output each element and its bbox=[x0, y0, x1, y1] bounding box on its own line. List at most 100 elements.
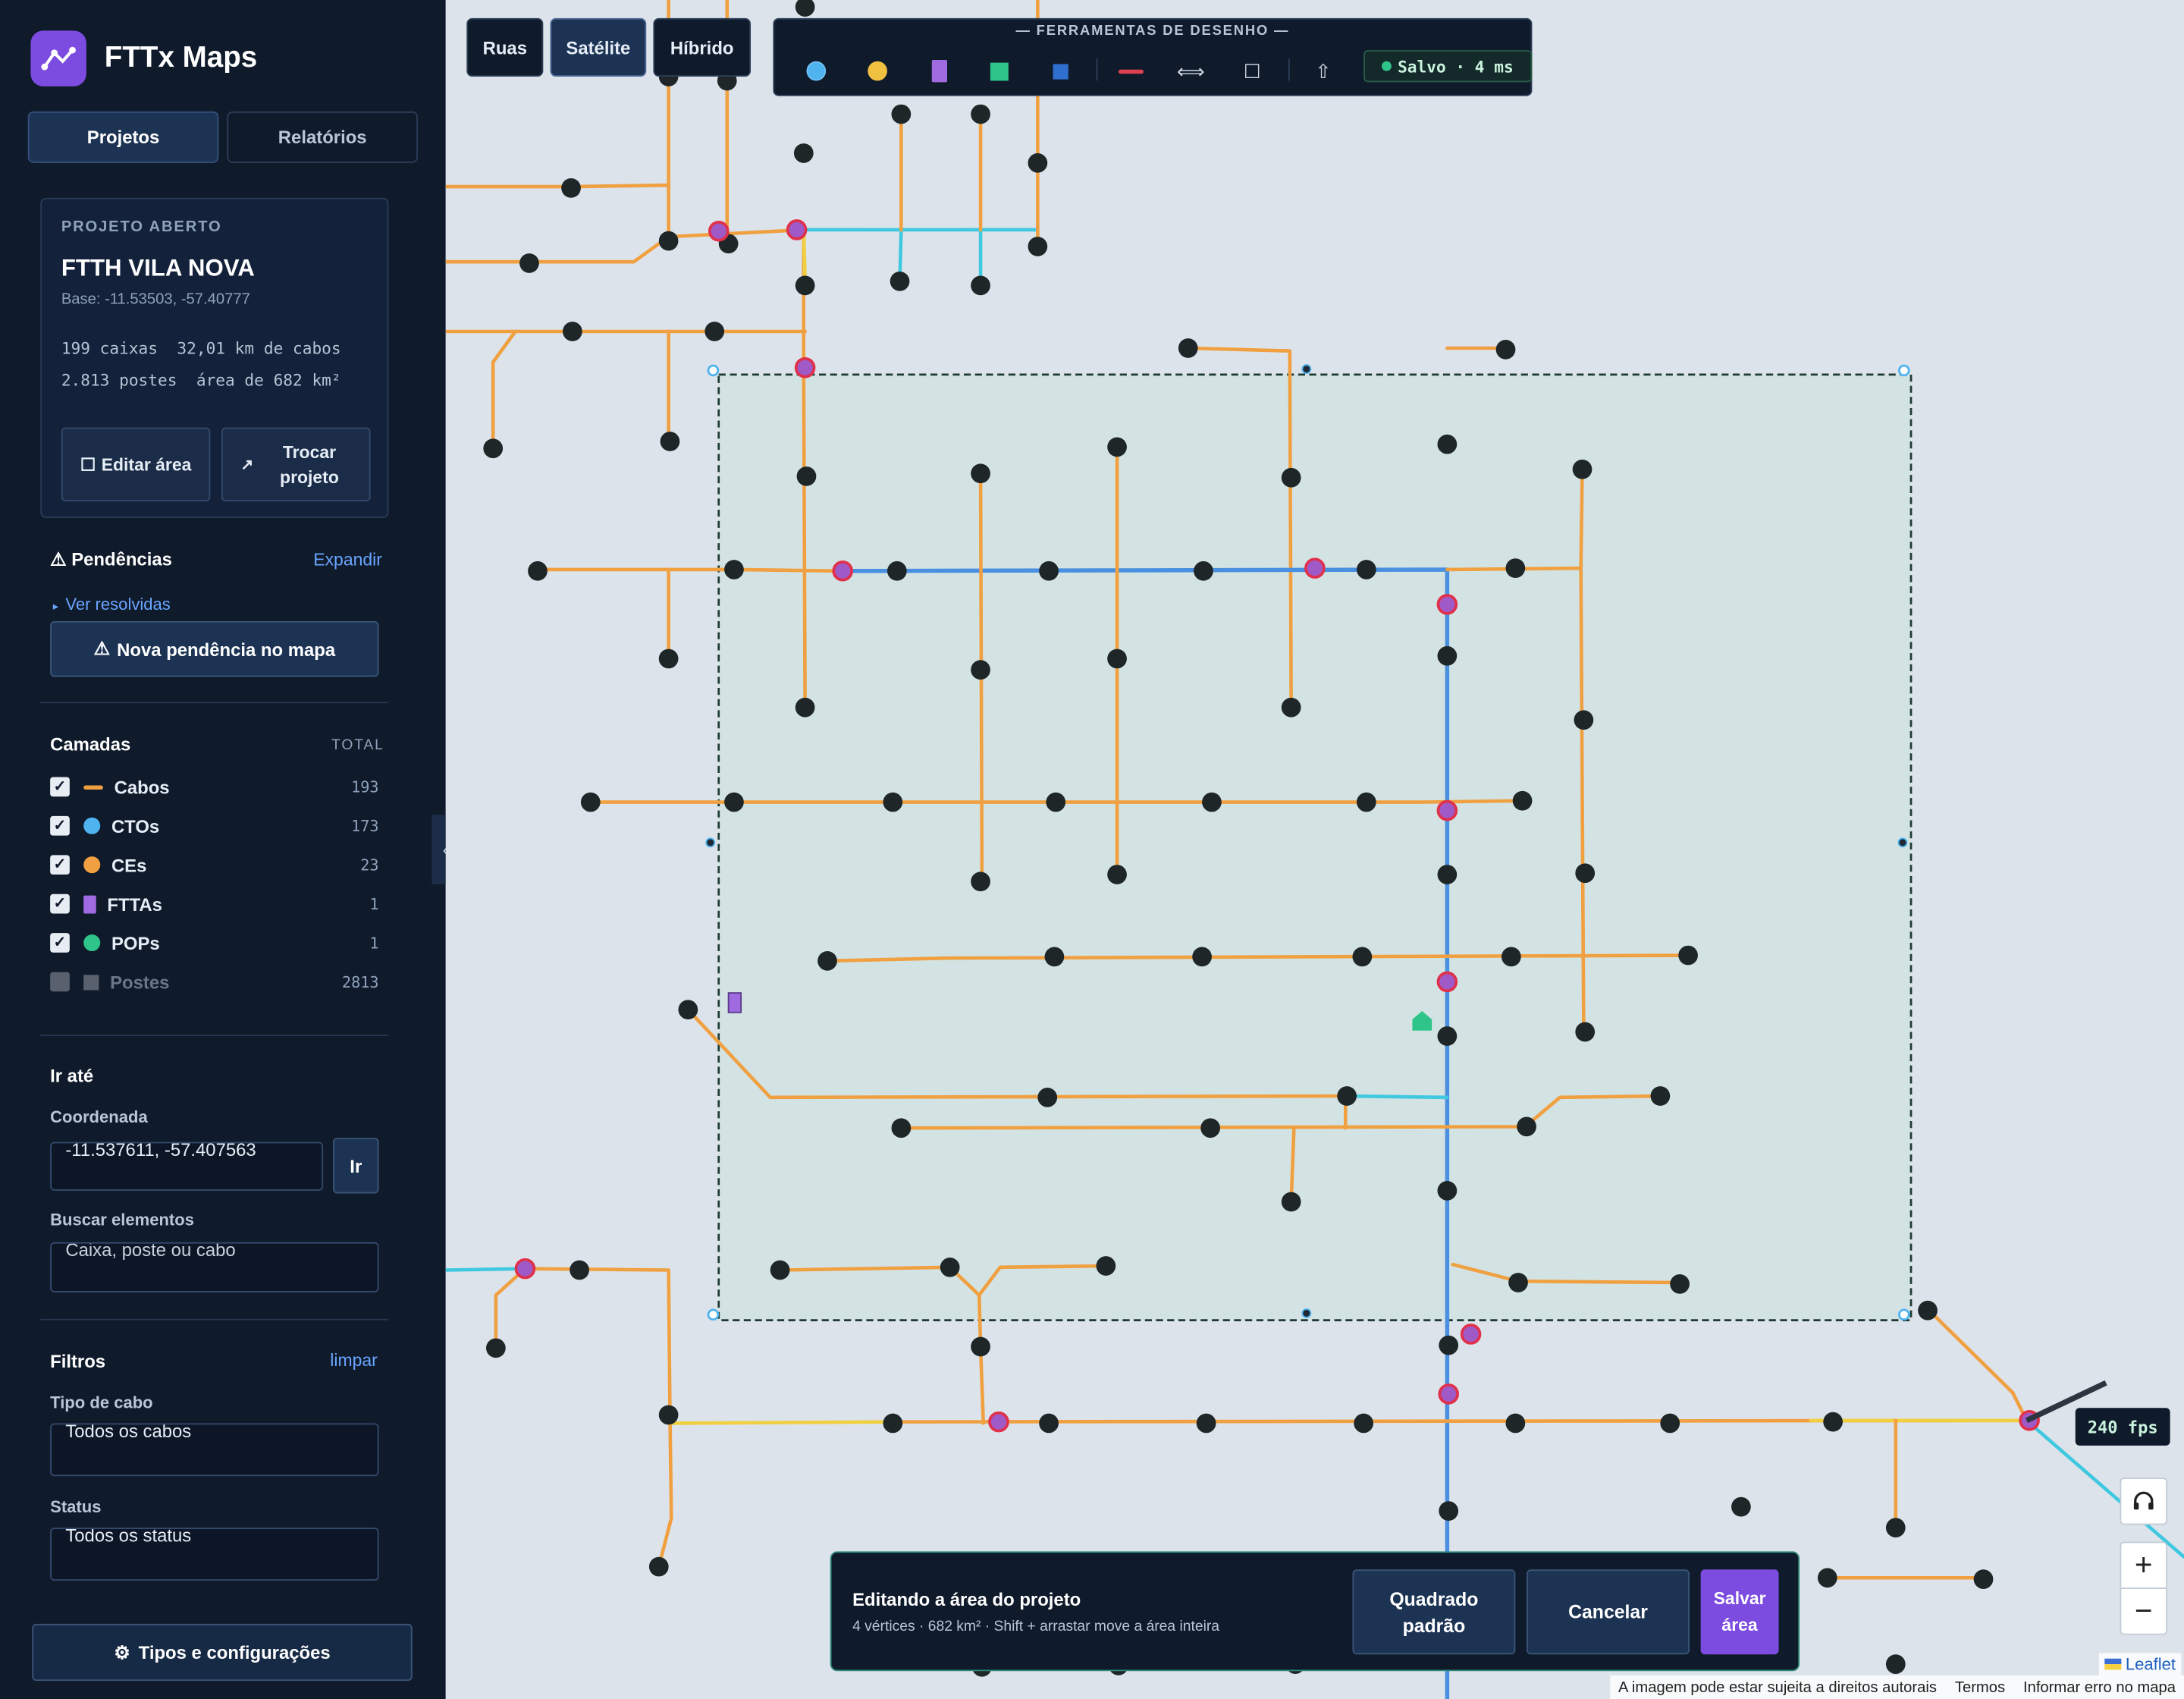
zoom-in-button[interactable]: + bbox=[2120, 1541, 2167, 1589]
map-type-ruas[interactable]: Ruas bbox=[466, 17, 544, 77]
cto-node bbox=[1028, 237, 1048, 256]
checkbox-checked-icon[interactable]: ✓ bbox=[50, 933, 70, 953]
cto-node bbox=[658, 231, 679, 251]
circle-icon bbox=[83, 817, 101, 834]
draw-ftta-tool[interactable] bbox=[921, 53, 957, 90]
layer-fttas[interactable]: ✓ FTTAs 1 bbox=[50, 890, 379, 918]
status-label: Status bbox=[50, 1496, 102, 1517]
layer-name: FTTAs bbox=[107, 893, 162, 915]
cto-node bbox=[891, 104, 912, 124]
map-canvas[interactable] bbox=[445, 0, 2184, 1699]
search-input[interactable]: Caixa, poste ou cabo bbox=[50, 1242, 379, 1292]
go-button[interactable]: Ir bbox=[332, 1138, 379, 1194]
terms-link[interactable]: Termos bbox=[1955, 1679, 2005, 1695]
cable-line bbox=[1925, 1307, 2029, 1423]
layer-pops[interactable]: ✓ POPs 1 bbox=[50, 929, 379, 957]
cto-node bbox=[486, 1338, 506, 1358]
support-button[interactable] bbox=[2120, 1478, 2167, 1525]
cto-node bbox=[1973, 1569, 1994, 1589]
cto-node bbox=[890, 272, 910, 291]
cable-type-select[interactable]: Todos os cabos bbox=[50, 1423, 379, 1477]
layer-count: 1 bbox=[369, 894, 379, 913]
toolbar-separator bbox=[1096, 58, 1098, 81]
edit-panel-subtitle: 4 vértices · 682 km² · Shift + arrastar … bbox=[852, 1618, 1220, 1635]
zoom-out-button[interactable]: − bbox=[2120, 1588, 2167, 1635]
cto-node bbox=[1337, 1086, 1357, 1106]
map-type-hibrido[interactable]: Híbrido bbox=[653, 17, 751, 77]
goto-title: Ir até bbox=[50, 1065, 94, 1087]
cto-node bbox=[483, 438, 504, 459]
layer-name: CEs bbox=[111, 854, 147, 875]
layer-cabos[interactable]: ✓ Cabos 193 bbox=[50, 773, 379, 801]
toolbar-title: — FERRAMENTAS DE DESENHO — bbox=[1015, 24, 1290, 39]
cto-node bbox=[528, 561, 548, 581]
sidebar-tabs: Projetos Relatórios bbox=[27, 111, 419, 163]
layer-postes[interactable]: Postes 2813 bbox=[50, 968, 379, 996]
draw-ce-tool[interactable] bbox=[859, 53, 896, 90]
layer-name: CTOs bbox=[111, 815, 160, 837]
save-area-button[interactable]: Salvar área bbox=[1700, 1569, 1779, 1655]
cto-node bbox=[1046, 792, 1066, 812]
swap-project-button[interactable]: ↗ Trocar projeto bbox=[221, 427, 371, 501]
layer-ctos[interactable]: ✓ CTOs 173 bbox=[50, 812, 379, 840]
circle-icon bbox=[83, 856, 101, 874]
cto-node bbox=[1885, 1518, 1906, 1538]
area-vertex-handle bbox=[1898, 1308, 1910, 1321]
status-dot-icon bbox=[1382, 61, 1392, 71]
cto-node bbox=[1505, 558, 1526, 578]
cto-node bbox=[1039, 561, 1059, 581]
cable-type-label: Tipo de cabo bbox=[50, 1393, 153, 1412]
measure-tool[interactable]: ⟺ bbox=[1173, 53, 1210, 90]
project-title: FTTH VILA NOVA bbox=[61, 255, 255, 281]
checkbox-checked-icon[interactable]: ✓ bbox=[50, 855, 70, 875]
blue-circle-icon bbox=[806, 61, 827, 81]
map-type-satelite[interactable]: Satélite bbox=[550, 17, 647, 77]
leaflet-attribution[interactable]: Leaflet bbox=[2098, 1653, 2182, 1675]
layer-count: 1 bbox=[369, 934, 379, 952]
cto-node bbox=[1178, 338, 1198, 358]
map[interactable]: Ruas Satélite Híbrido — FERRAMENTAS DE D… bbox=[445, 0, 2184, 1699]
ce-node bbox=[1436, 971, 1458, 993]
resolved-link[interactable]: ▸ Ver resolvidas bbox=[53, 595, 171, 614]
draw-poste-tool[interactable] bbox=[1042, 53, 1078, 90]
new-pendencia-button[interactable]: ⚠ Nova pendência no mapa bbox=[50, 620, 379, 677]
tab-projetos[interactable]: Projetos bbox=[27, 111, 219, 163]
cto-node bbox=[1107, 649, 1127, 669]
cto-node bbox=[887, 561, 907, 581]
draw-pop-tool[interactable] bbox=[981, 53, 1017, 90]
draw-cable-tool[interactable] bbox=[1113, 53, 1150, 90]
checkbox-checked-icon[interactable]: ✓ bbox=[50, 815, 70, 836]
clear-filters-link[interactable]: limpar bbox=[330, 1351, 378, 1371]
cto-node bbox=[1200, 1118, 1220, 1138]
cable-line bbox=[535, 567, 845, 573]
cto-node bbox=[1731, 1496, 1751, 1517]
expand-link[interactable]: Expandir bbox=[313, 550, 382, 570]
resolved-link-label: Ver resolvidas bbox=[65, 595, 171, 614]
draw-cto-tool[interactable] bbox=[798, 53, 834, 90]
leaflet-link[interactable]: Leaflet bbox=[2126, 1654, 2176, 1674]
settings-button[interactable]: ⚙ Tipos e configurações bbox=[32, 1623, 413, 1682]
upload-tool[interactable]: ⇧ bbox=[1305, 53, 1341, 90]
layer-ces[interactable]: ✓ CEs 23 bbox=[50, 851, 379, 879]
checkbox-checked-icon[interactable]: ✓ bbox=[50, 777, 70, 797]
map-attribution-bar: A imagem pode estar sujeita a direitos a… bbox=[1609, 1675, 2184, 1699]
tab-relatorios[interactable]: Relatórios bbox=[227, 111, 419, 163]
status-select[interactable]: Todos os status bbox=[50, 1528, 379, 1581]
cto-node bbox=[1352, 947, 1373, 967]
checkbox-unchecked-icon[interactable] bbox=[50, 972, 70, 992]
checkbox-checked-icon[interactable]: ✓ bbox=[50, 893, 70, 914]
cto-node bbox=[724, 560, 744, 579]
draw-area-tool[interactable]: ☐ bbox=[1234, 53, 1270, 90]
report-error-link[interactable]: Informar erro no mapa bbox=[2023, 1679, 2176, 1695]
double-arrow-icon: ⟺ bbox=[1176, 59, 1205, 82]
coordinate-input[interactable]: -11.537611, -57.407563 bbox=[50, 1142, 324, 1191]
save-status-text: Salvo · 4 ms bbox=[1398, 56, 1514, 77]
cancel-button[interactable]: Cancelar bbox=[1527, 1569, 1690, 1655]
edit-area-button[interactable]: ☐ Editar área bbox=[61, 427, 211, 501]
cto-node bbox=[971, 871, 990, 892]
cto-node bbox=[1107, 437, 1127, 457]
layer-name: Postes bbox=[110, 971, 170, 993]
green-square-icon bbox=[990, 61, 1008, 80]
cto-node bbox=[770, 1260, 790, 1280]
default-square-button[interactable]: Quadrado padrão bbox=[1352, 1569, 1516, 1655]
